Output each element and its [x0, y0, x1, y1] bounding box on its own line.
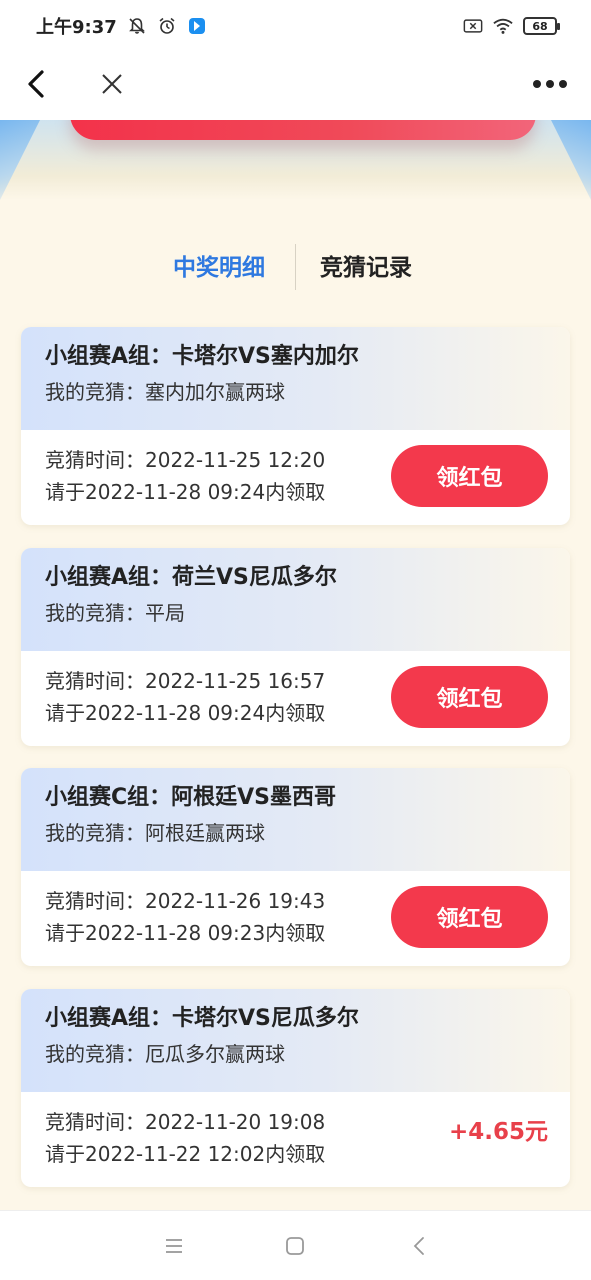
app-notification-icon — [187, 16, 207, 36]
back-icon — [413, 1237, 424, 1255]
match-title: 小组赛A组：卡塔尔VS尼瓜多尔 — [45, 1006, 359, 1031]
battery-icon: 68 — [523, 17, 560, 35]
top-banner — [0, 120, 591, 200]
close-button[interactable] — [92, 64, 132, 104]
record-card: 小组赛A组：卡塔尔VS塞内加尔 我的竞猜：塞内加尔赢两球 竞猜时间：2022-1… — [21, 327, 570, 525]
match-title: 小组赛C组：阿根廷VS墨西哥 — [45, 785, 337, 810]
system-back-button[interactable] — [406, 1233, 432, 1259]
more-dots-icon — [533, 80, 541, 88]
system-nav-bar — [0, 1210, 591, 1280]
alarm-icon — [157, 16, 177, 36]
match-title: 小组赛A组：卡塔尔VS塞内加尔 — [45, 344, 359, 369]
record-card: 小组赛A组：荷兰VS尼瓜多尔 我的竞猜：平局 竞猜时间：2022-11-25 1… — [21, 548, 570, 746]
tab-divider — [295, 244, 296, 290]
tab-prize-details[interactable]: 中奖明细 — [173, 248, 265, 282]
wifi-icon — [493, 16, 513, 36]
my-guess: 我的竞猜：塞内加尔赢两球 — [45, 380, 285, 404]
tab-guess-records[interactable]: 竞猜记录 — [320, 248, 412, 282]
my-guess: 我的竞猜：阿根廷赢两球 — [45, 821, 265, 845]
bell-off-icon — [127, 16, 147, 36]
claim-red-packet-button[interactable]: 领红包 — [391, 666, 548, 728]
nav-bar — [0, 52, 591, 120]
battery-level: 68 — [532, 19, 548, 33]
close-icon — [102, 74, 122, 94]
back-button[interactable] — [16, 64, 56, 104]
menu-button[interactable] — [161, 1233, 187, 1259]
home-icon — [286, 1237, 304, 1255]
record-card: 小组赛A组：卡塔尔VS尼瓜多尔 我的竞猜：厄瓜多尔赢两球 竞猜时间：2022-1… — [21, 989, 570, 1187]
home-button[interactable] — [282, 1233, 308, 1259]
record-card: 小组赛C组：阿根廷VS墨西哥 我的竞猜：阿根廷赢两球 竞猜时间：2022-11-… — [21, 768, 570, 966]
my-guess: 我的竞猜：厄瓜多尔赢两球 — [45, 1042, 285, 1066]
claim-red-packet-button[interactable]: 领红包 — [391, 886, 548, 948]
banner-red-button[interactable] — [70, 120, 536, 140]
sim-x-icon — [463, 16, 483, 36]
more-button[interactable] — [527, 64, 573, 104]
record-tabs: 中奖明细 竞猜记录 — [0, 240, 591, 296]
my-guess: 我的竞猜：平局 — [45, 601, 185, 625]
chevron-left-icon — [28, 70, 44, 98]
claim-red-packet-button[interactable]: 领红包 — [391, 445, 548, 507]
status-time: 上午9:37 — [36, 17, 117, 38]
match-title: 小组赛A组：荷兰VS尼瓜多尔 — [45, 565, 337, 590]
status-bar: 上午9:37 68 — [0, 0, 591, 52]
prize-amount: +4.65元 — [448, 1119, 548, 1145]
menu-icon — [166, 1239, 182, 1253]
